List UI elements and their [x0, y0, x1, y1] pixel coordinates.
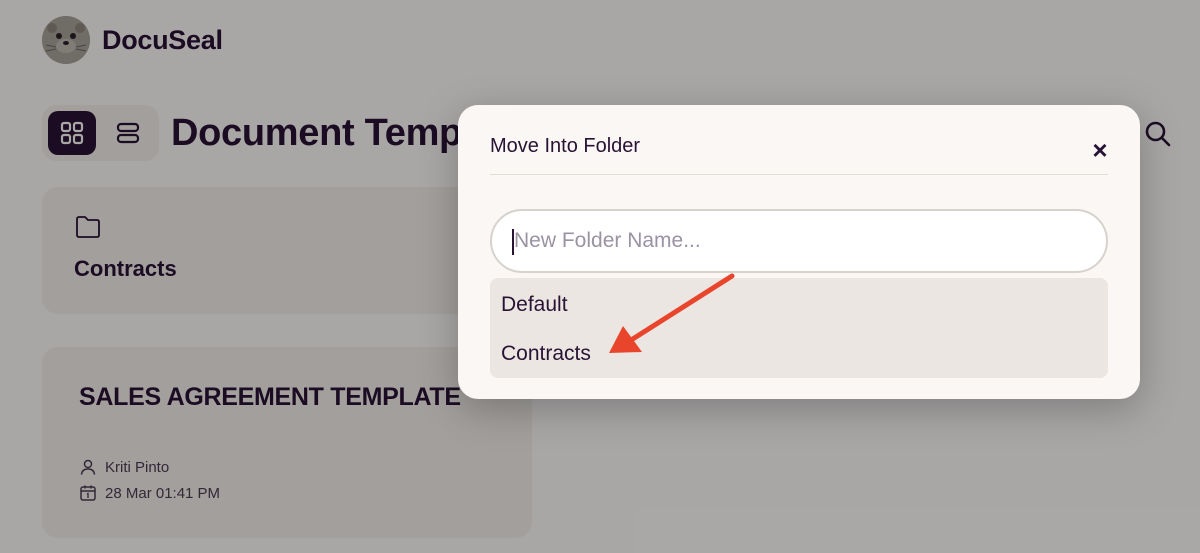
move-into-folder-modal: Move Into Folder × Default Contracts	[458, 105, 1140, 399]
text-caret	[512, 229, 514, 255]
folder-option-contracts[interactable]: Contracts	[501, 342, 591, 366]
new-folder-name-input[interactable]	[490, 209, 1108, 273]
close-button[interactable]: ×	[1086, 136, 1114, 164]
folder-options-list: Default Contracts	[490, 278, 1108, 378]
modal-divider	[490, 174, 1108, 175]
close-icon: ×	[1092, 135, 1108, 165]
modal-title: Move Into Folder	[490, 135, 641, 157]
folder-option-default[interactable]: Default	[501, 293, 568, 317]
